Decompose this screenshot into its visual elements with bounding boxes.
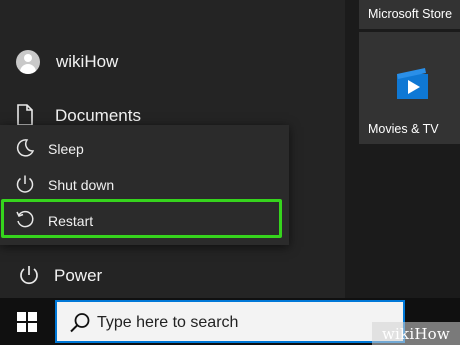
sleep-label: Sleep bbox=[48, 141, 84, 157]
power-button[interactable]: Power bbox=[0, 258, 345, 294]
document-icon bbox=[17, 104, 33, 126]
windows-logo-icon bbox=[17, 312, 37, 332]
search-box[interactable]: Type here to search bbox=[55, 300, 405, 343]
power-icon bbox=[20, 266, 38, 285]
tile-area: Microsoft Store Movies & TV bbox=[345, 0, 460, 298]
power-icon bbox=[16, 175, 34, 193]
watermark-text: wikiHow bbox=[382, 325, 450, 343]
shut-down-label: Shut down bbox=[48, 177, 115, 193]
user-name: wikiHow bbox=[56, 52, 119, 71]
restart-highlight-box bbox=[1, 199, 282, 238]
search-icon bbox=[70, 313, 90, 333]
user-account[interactable]: wikiHow bbox=[0, 38, 345, 86]
watermark: wikiHow bbox=[372, 322, 460, 345]
moon-icon bbox=[16, 139, 35, 157]
sleep-option[interactable]: Sleep bbox=[0, 130, 289, 166]
start-button[interactable] bbox=[0, 298, 55, 345]
shut-down-option[interactable]: Shut down bbox=[0, 166, 289, 202]
tile-microsoft-store[interactable]: Microsoft Store bbox=[359, 0, 460, 29]
tile-movies-tv[interactable]: Movies & TV bbox=[359, 32, 460, 144]
power-label: Power bbox=[54, 266, 103, 285]
avatar bbox=[16, 50, 40, 74]
tile-label: Movies & TV bbox=[368, 122, 439, 136]
tile-label: Microsoft Store bbox=[368, 7, 453, 21]
movies-tv-icon bbox=[397, 68, 428, 99]
documents-label: Documents bbox=[55, 106, 141, 125]
search-placeholder: Type here to search bbox=[97, 314, 239, 331]
